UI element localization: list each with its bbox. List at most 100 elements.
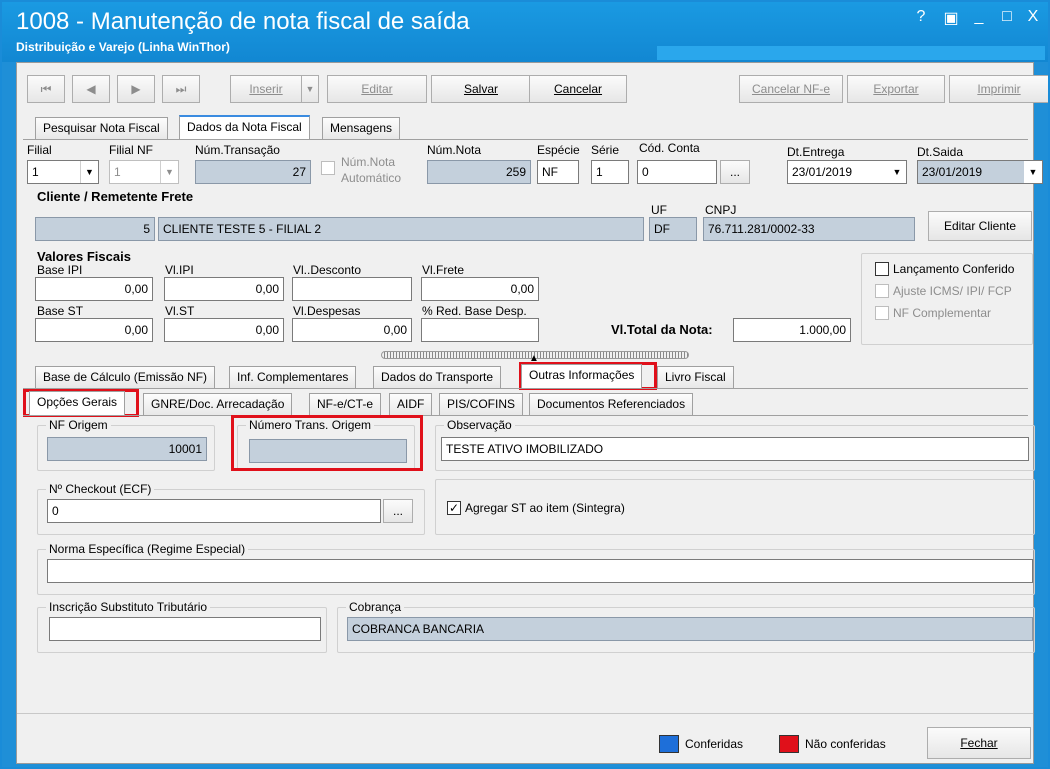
innertab-divider <box>23 415 1028 416</box>
cliente-name-field[interactable]: CLIENTE TESTE 5 - FILIAL 2 <box>158 217 644 241</box>
vl-despesas-field[interactable]: 0,00 <box>292 318 412 342</box>
uf-label: UF <box>651 203 667 217</box>
lancamento-checkbox[interactable] <box>875 262 889 276</box>
tab-inf-complementares[interactable]: Inf. Complementares <box>229 366 357 388</box>
insert-button[interactable]: Inserir <box>230 75 302 103</box>
first-record-button[interactable]: ⏮ <box>27 75 65 103</box>
vl-frete-label: Vl.Frete <box>422 263 465 277</box>
vl-st-field[interactable]: 0,00 <box>164 318 284 342</box>
application-window: 1008 - Manutenção de nota fiscal de saíd… <box>0 0 1050 769</box>
minimize-icon[interactable]: _ <box>968 8 990 26</box>
tab-dados-transporte[interactable]: Dados do Transporte <box>373 366 502 388</box>
chevron-down-icon: ▼ <box>80 161 98 183</box>
nao-conferidas-label: Não conferidas <box>805 737 886 751</box>
close-label: Fechar <box>960 736 998 750</box>
conferidas-label: Conferidas <box>685 737 744 751</box>
checkout-label: Nº Checkout (ECF) <box>46 482 155 496</box>
last-record-button[interactable]: ⏭ <box>162 75 200 103</box>
red-base-field[interactable] <box>421 318 539 342</box>
cancel-nfe-button[interactable]: Cancelar NF-e <box>739 75 843 103</box>
help-icon[interactable]: ? <box>910 8 932 26</box>
agregar-st-label: Agregar ST ao item (Sintegra) <box>465 501 625 515</box>
filial-label: Filial <box>27 143 52 157</box>
cod-conta-lookup-button[interactable]: ... <box>720 160 750 184</box>
num-nota-auto-label-2: Automático <box>341 171 402 185</box>
tab-dados-nota[interactable]: Dados da Nota Fiscal <box>179 115 310 139</box>
cancel-label: Cancelar <box>553 82 603 96</box>
edit-cliente-button[interactable]: Editar Cliente <box>928 211 1032 241</box>
tab-livro-fiscal[interactable]: Livro Fiscal <box>657 366 734 388</box>
num-transacao-field[interactable]: 27 <box>195 160 311 184</box>
dt-saida-label: Dt.Saida <box>917 145 964 159</box>
norma-field[interactable] <box>47 559 1033 583</box>
tab-mensagens[interactable]: Mensagens <box>322 117 401 139</box>
vl-desconto-field[interactable] <box>292 277 412 301</box>
nf-complementar-checkbox[interactable] <box>875 306 889 320</box>
observacao-field[interactable]: TESTE ATIVO IMOBILIZADO <box>441 437 1029 461</box>
restore-icon[interactable]: ▣ <box>940 8 962 28</box>
checkout-field[interactable]: 0 <box>47 499 381 523</box>
tab-base-calculo[interactable]: Base de Cálculo (Emissão NF) <box>35 366 216 388</box>
cancel-nfe-label: Cancelar NF-e <box>751 82 831 96</box>
export-button[interactable]: Exportar <box>847 75 945 103</box>
window-subtitle: Distribuição e Varejo (Linha WinThor) <box>16 40 230 54</box>
num-nota-field[interactable]: 259 <box>427 160 531 184</box>
save-button[interactable]: Salvar <box>431 75 531 103</box>
checkout-lookup-button[interactable]: ... <box>383 499 413 523</box>
red-base-label: % Red. Base Desp. <box>422 304 527 318</box>
chevron-down-icon: ▼ <box>892 167 902 177</box>
dt-saida-value: 23/01/2019 <box>922 165 983 179</box>
tab-nfe-cte[interactable]: NF-e/CT-e <box>309 393 382 415</box>
inscricao-field[interactable] <box>49 617 321 641</box>
dt-entrega-picker[interactable]: 23/01/2019 ▼ <box>787 160 907 184</box>
num-transacao-label: Núm.Transação <box>195 143 280 157</box>
nao-conferidas-swatch <box>779 735 799 753</box>
vl-ipi-label: Vl.IPI <box>165 263 194 277</box>
filial-select[interactable]: 1 ▼ <box>27 160 99 184</box>
especie-field[interactable]: NF <box>537 160 579 184</box>
base-ipi-field[interactable]: 0,00 <box>35 277 153 301</box>
total-label: Vl.Total da Nota: <box>611 322 713 337</box>
ajuste-checkbox[interactable] <box>875 284 889 298</box>
vl-ipi-field[interactable]: 0,00 <box>164 277 284 301</box>
print-button[interactable]: Imprimir <box>949 75 1048 103</box>
dt-saida-picker[interactable]: 23/01/2019 ▼ <box>917 160 1043 184</box>
base-st-field[interactable]: 0,00 <box>35 318 153 342</box>
tab-pesquisar[interactable]: Pesquisar Nota Fiscal <box>35 117 168 139</box>
tab-opcoes-gerais[interactable]: Opções Gerais <box>29 391 126 415</box>
tab-aidf[interactable]: AIDF <box>389 393 433 415</box>
cnpj-field[interactable]: 76.711.281/0002-33 <box>703 217 915 241</box>
serie-field[interactable]: 1 <box>591 160 629 184</box>
agregar-st-checkbox[interactable]: ✓ <box>447 501 461 515</box>
cod-conta-field[interactable]: 0 <box>637 160 717 184</box>
tab-pis-cofins[interactable]: PIS/COFINS <box>439 393 524 415</box>
filial-nf-select[interactable]: 1 ▼ <box>109 160 179 184</box>
num-nota-auto-checkbox[interactable] <box>321 161 335 175</box>
tab-gnre[interactable]: GNRE/Doc. Arrecadação <box>143 393 293 415</box>
cobranca-label: Cobrança <box>346 600 405 614</box>
cancel-button[interactable]: Cancelar <box>529 75 627 103</box>
cobranca-field[interactable]: COBRANCA BANCARIA <box>347 617 1033 641</box>
previous-record-button[interactable]: ◀ <box>72 75 110 103</box>
total-field[interactable]: 1.000,00 <box>733 318 851 342</box>
vl-despesas-label: Vl.Despesas <box>293 304 361 318</box>
tab-outras-informacoes[interactable]: Outras Informações <box>521 364 643 388</box>
insert-dropdown-button[interactable]: ▼ <box>301 75 319 103</box>
footer-divider <box>17 713 1033 714</box>
close-icon[interactable]: X <box>1022 8 1044 26</box>
highlight-num-trans-origem <box>231 415 423 471</box>
title-bar: 1008 - Manutenção de nota fiscal de saíd… <box>2 2 1048 62</box>
close-button[interactable]: Fechar <box>927 727 1031 759</box>
cliente-code-field[interactable]: 5 <box>35 217 155 241</box>
maximize-icon[interactable]: □ <box>996 8 1018 26</box>
next-record-button[interactable]: ▶ <box>117 75 155 103</box>
tab-documentos-referenciados[interactable]: Documentos Referenciados <box>529 393 694 415</box>
observacao-label: Observação <box>444 418 515 432</box>
cod-conta-label: Cód. Conta <box>639 141 700 155</box>
uf-field[interactable]: DF <box>649 217 697 241</box>
valores-section-title: Valores Fiscais <box>37 249 131 264</box>
vl-st-label: Vl.ST <box>165 304 195 318</box>
edit-button[interactable]: Editar <box>327 75 427 103</box>
nf-origem-field[interactable]: 10001 <box>47 437 207 461</box>
vl-frete-field[interactable]: 0,00 <box>421 277 539 301</box>
